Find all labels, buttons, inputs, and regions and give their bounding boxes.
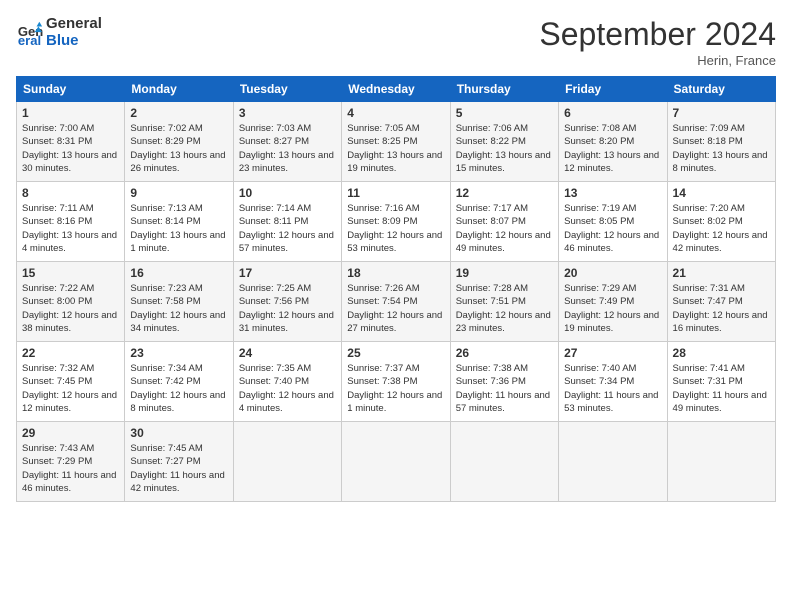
col-sunday: Sunday (17, 77, 125, 102)
svg-text:eral: eral (18, 33, 41, 47)
cell-sep-11: 11 Sunrise: 7:16 AM Sunset: 8:09 PM Dayl… (342, 182, 450, 262)
cell-sep-14: 14 Sunrise: 7:20 AM Sunset: 8:02 PM Dayl… (667, 182, 775, 262)
cell-sep-30: 30 Sunrise: 7:45 AM Sunset: 7:27 PM Dayl… (125, 422, 233, 502)
col-monday: Monday (125, 77, 233, 102)
cell-empty-3 (450, 422, 558, 502)
logo-icon: Gen eral (16, 19, 44, 47)
cell-sep-22: 22 Sunrise: 7:32 AM Sunset: 7:45 PM Dayl… (17, 342, 125, 422)
logo-general: General (46, 16, 102, 33)
cell-sep-12: 12 Sunrise: 7:17 AM Sunset: 8:07 PM Dayl… (450, 182, 558, 262)
cell-sep-28: 28 Sunrise: 7:41 AM Sunset: 7:31 PM Dayl… (667, 342, 775, 422)
cell-sep-15: 15 Sunrise: 7:22 AM Sunset: 8:00 PM Dayl… (17, 262, 125, 342)
logo: Gen eral General Blue (16, 16, 102, 49)
cell-sep-16: 16 Sunrise: 7:23 AM Sunset: 7:58 PM Dayl… (125, 262, 233, 342)
cell-sep-3: 3 Sunrise: 7:03 AM Sunset: 8:27 PM Dayli… (233, 102, 341, 182)
cell-empty-5 (667, 422, 775, 502)
cell-sep-27: 27 Sunrise: 7:40 AM Sunset: 7:34 PM Dayl… (559, 342, 667, 422)
week-row-3: 15 Sunrise: 7:22 AM Sunset: 8:00 PM Dayl… (17, 262, 776, 342)
calendar-page: Gen eral General Blue September 2024 Her… (0, 0, 792, 612)
col-friday: Friday (559, 77, 667, 102)
cell-empty-2 (342, 422, 450, 502)
cell-sep-23: 23 Sunrise: 7:34 AM Sunset: 7:42 PM Dayl… (125, 342, 233, 422)
header-row: Sunday Monday Tuesday Wednesday Thursday… (17, 77, 776, 102)
cell-empty-1 (233, 422, 341, 502)
cell-sep-19: 19 Sunrise: 7:28 AM Sunset: 7:51 PM Dayl… (450, 262, 558, 342)
cell-sep-26: 26 Sunrise: 7:38 AM Sunset: 7:36 PM Dayl… (450, 342, 558, 422)
cell-sep-1: 1 Sunrise: 7:00 AM Sunset: 8:31 PM Dayli… (17, 102, 125, 182)
col-tuesday: Tuesday (233, 77, 341, 102)
cell-sep-8: 8 Sunrise: 7:11 AM Sunset: 8:16 PM Dayli… (17, 182, 125, 262)
week-row-1: 1 Sunrise: 7:00 AM Sunset: 8:31 PM Dayli… (17, 102, 776, 182)
cell-sep-29: 29 Sunrise: 7:43 AM Sunset: 7:29 PM Dayl… (17, 422, 125, 502)
logo-blue: Blue (46, 33, 102, 50)
week-row-4: 22 Sunrise: 7:32 AM Sunset: 7:45 PM Dayl… (17, 342, 776, 422)
location: Herin, France (539, 53, 776, 68)
header: Gen eral General Blue September 2024 Her… (16, 16, 776, 68)
week-row-2: 8 Sunrise: 7:11 AM Sunset: 8:16 PM Dayli… (17, 182, 776, 262)
cell-sep-9: 9 Sunrise: 7:13 AM Sunset: 8:14 PM Dayli… (125, 182, 233, 262)
cell-sep-25: 25 Sunrise: 7:37 AM Sunset: 7:38 PM Dayl… (342, 342, 450, 422)
col-thursday: Thursday (450, 77, 558, 102)
cell-sep-2: 2 Sunrise: 7:02 AM Sunset: 8:29 PM Dayli… (125, 102, 233, 182)
cell-empty-4 (559, 422, 667, 502)
cell-sep-6: 6 Sunrise: 7:08 AM Sunset: 8:20 PM Dayli… (559, 102, 667, 182)
cell-sep-18: 18 Sunrise: 7:26 AM Sunset: 7:54 PM Dayl… (342, 262, 450, 342)
cell-sep-10: 10 Sunrise: 7:14 AM Sunset: 8:11 PM Dayl… (233, 182, 341, 262)
cell-sep-20: 20 Sunrise: 7:29 AM Sunset: 7:49 PM Dayl… (559, 262, 667, 342)
cell-sep-5: 5 Sunrise: 7:06 AM Sunset: 8:22 PM Dayli… (450, 102, 558, 182)
col-saturday: Saturday (667, 77, 775, 102)
week-row-5: 29 Sunrise: 7:43 AM Sunset: 7:29 PM Dayl… (17, 422, 776, 502)
cell-sep-21: 21 Sunrise: 7:31 AM Sunset: 7:47 PM Dayl… (667, 262, 775, 342)
calendar-table: Sunday Monday Tuesday Wednesday Thursday… (16, 76, 776, 502)
title-area: September 2024 Herin, France (539, 16, 776, 68)
cell-sep-24: 24 Sunrise: 7:35 AM Sunset: 7:40 PM Dayl… (233, 342, 341, 422)
cell-sep-13: 13 Sunrise: 7:19 AM Sunset: 8:05 PM Dayl… (559, 182, 667, 262)
cell-sep-4: 4 Sunrise: 7:05 AM Sunset: 8:25 PM Dayli… (342, 102, 450, 182)
cell-sep-7: 7 Sunrise: 7:09 AM Sunset: 8:18 PM Dayli… (667, 102, 775, 182)
cell-sep-17: 17 Sunrise: 7:25 AM Sunset: 7:56 PM Dayl… (233, 262, 341, 342)
month-title: September 2024 (539, 16, 776, 53)
col-wednesday: Wednesday (342, 77, 450, 102)
